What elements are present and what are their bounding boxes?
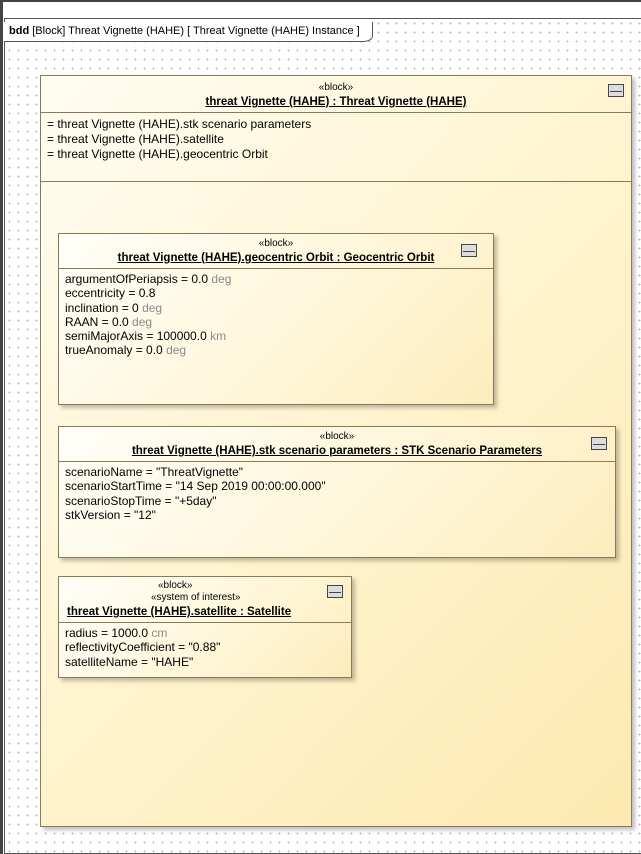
stk-attributes: scenarioName = "ThreatVignette" scenario… xyxy=(59,461,615,525)
satellite-attributes: radius = 1000.0 cm reflectivityCoefficie… xyxy=(59,622,351,672)
outer-parts-compartment: = threat Vignette (HAHE).stk scenario pa… xyxy=(41,112,631,181)
attribute-row: RAAN = 0.0 deg xyxy=(65,314,153,329)
orbit-stereotype: «block» xyxy=(258,238,294,249)
attribute-row: semiMajorAxis = 100000.0 km xyxy=(65,329,227,344)
outer-block-header: «block» threat Vignette (HAHE) : Threat … xyxy=(41,76,631,112)
attribute-row: trueAnomaly = 0.0 deg xyxy=(65,343,187,358)
attribute-row: scenarioStopTime = "+5day" xyxy=(65,493,217,508)
attribute-row: eccentricity = 0.8 xyxy=(65,286,156,301)
orbit-attributes: argumentOfPeriapsis = 0.0 deg eccentrici… xyxy=(59,268,493,361)
diagram-kind: bdd xyxy=(9,25,30,37)
collapse-icon[interactable] xyxy=(327,585,343,598)
attribute-row: scenarioName = "ThreatVignette" xyxy=(65,465,244,479)
collapse-icon[interactable] xyxy=(461,244,477,257)
satellite-stereotype: «block» xyxy=(158,580,193,591)
collapse-icon[interactable] xyxy=(591,437,607,450)
outer-structure-compartment xyxy=(41,181,631,182)
outer-title: threat Vignette (HAHE) : Threat Vignette… xyxy=(205,96,467,108)
attribute-row: argumentOfPeriapsis = 0.0 deg xyxy=(65,272,232,286)
part-entry: = threat Vignette (HAHE).satellite xyxy=(47,132,224,146)
stk-scenario-block[interactable]: «block» threat Vignette (HAHE).stk scena… xyxy=(58,426,616,558)
part-entry: = threat Vignette (HAHE).geocentric Orbi… xyxy=(47,147,268,161)
stk-block-header: «block» threat Vignette (HAHE).stk scena… xyxy=(59,427,615,461)
orbit-block-header: «block» threat Vignette (HAHE).geocentri… xyxy=(59,234,493,268)
stk-title: threat Vignette (HAHE).stk scenario para… xyxy=(131,445,543,457)
satellite-title: threat Vignette (HAHE).satellite : Satel… xyxy=(67,606,292,618)
orbit-title: threat Vignette (HAHE).geocentric Orbit … xyxy=(117,252,435,264)
attribute-row: inclination = 0 deg xyxy=(65,300,163,315)
stk-stereotype: «block» xyxy=(319,431,355,442)
collapse-icon[interactable] xyxy=(608,84,624,97)
satellite-stereotype-soi: «system of interest» xyxy=(151,592,241,603)
diagram-header-tab[interactable]: bdd [Block] Threat Vignette (HAHE) [ Thr… xyxy=(4,22,373,42)
attribute-row: reflectivityCoefficient = "0.88" xyxy=(65,640,221,655)
satellite-block[interactable]: «block» «system of interest» threat Vign… xyxy=(58,576,352,678)
attribute-row: satelliteName = "HAHE" xyxy=(65,654,194,669)
part-entry: = threat Vignette (HAHE).stk scenario pa… xyxy=(47,117,312,131)
satellite-block-header: «block» «system of interest» threat Vign… xyxy=(59,577,351,622)
diagram-header-text: [Block] Threat Vignette (HAHE) [ Threat … xyxy=(32,25,360,37)
attribute-row: scenarioStartTime = "14 Sep 2019 00:00:0… xyxy=(65,479,326,494)
attribute-row: radius = 1000.0 cm xyxy=(65,626,168,640)
outer-stereotype: «block» xyxy=(318,82,354,93)
attribute-row: stkVersion = "12" xyxy=(65,507,156,522)
geocentric-orbit-block[interactable]: «block» threat Vignette (HAHE).geocentri… xyxy=(58,233,494,405)
